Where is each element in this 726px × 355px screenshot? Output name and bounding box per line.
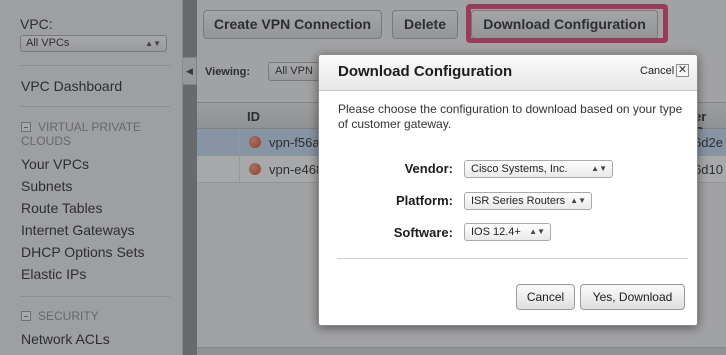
software-label: Software:	[393, 225, 453, 240]
platform-select[interactable]: ISR Series Routers ▲▼	[464, 192, 592, 210]
software-select-value: IOS 12.4+	[471, 226, 521, 238]
select-arrows-icon: ▲▼	[591, 164, 607, 173]
dialog-title: Download Configuration	[338, 63, 513, 80]
select-arrows-icon: ▲▼	[529, 227, 545, 236]
cancel-button[interactable]: Cancel	[516, 284, 575, 310]
platform-select-value: ISR Series Routers	[471, 195, 566, 207]
yes-download-button[interactable]: Yes, Download	[580, 284, 685, 310]
dialog-header: Download Configuration Cancel ✕	[319, 55, 697, 91]
dialog-cancel-link[interactable]: Cancel	[640, 65, 674, 77]
software-select[interactable]: IOS 12.4+ ▲▼	[464, 223, 551, 241]
dialog-divider	[337, 258, 688, 259]
select-arrows-icon: ▲▼	[570, 196, 586, 205]
platform-label: Platform:	[395, 193, 453, 208]
vendor-label: Vendor:	[404, 161, 453, 176]
close-icon[interactable]: ✕	[676, 64, 689, 77]
vendor-select[interactable]: Cisco Systems, Inc. ▲▼	[464, 160, 613, 178]
dialog-description: Please choose the configuration to downl…	[338, 102, 683, 131]
download-configuration-dialog: Download Configuration Cancel ✕ Please c…	[318, 54, 698, 326]
vendor-select-value: Cisco Systems, Inc.	[471, 163, 568, 175]
